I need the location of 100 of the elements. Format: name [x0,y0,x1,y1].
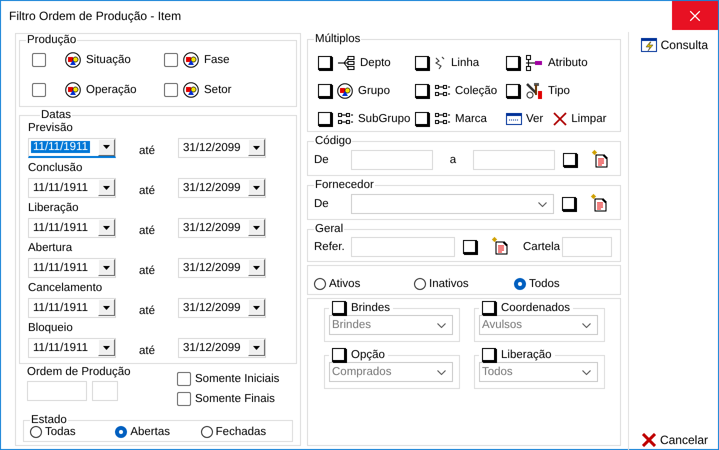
group-title: Estado [30,414,68,426]
option-label[interactable]: Depto [360,57,391,69]
input-field[interactable] [473,150,555,170]
view-button[interactable]: Ver [506,113,544,125]
checkbox[interactable] [415,112,429,126]
input-field[interactable] [27,381,87,401]
checkbox[interactable] [164,83,178,97]
checkbox[interactable] [415,84,429,98]
caret-icon [253,346,260,350]
date-dropdown[interactable]: 31/12/2099 [178,218,266,238]
checkbox[interactable] [318,112,332,126]
order-label: Ordem de Produção [27,366,132,378]
date-dropdown[interactable]: 31/12/2099 [178,258,266,278]
date-dropdown[interactable]: 31/12/2099 [178,338,266,358]
date-dropdown[interactable]: 11/11/1911 [28,338,116,358]
option-label[interactable]: SubGrupo [358,113,410,125]
query-button[interactable]: Consulta [636,38,712,52]
checkbox[interactable] [563,153,577,167]
radio-label[interactable]: Fechadas [216,426,266,438]
dropdown-button[interactable] [248,339,265,356]
notepad-icon[interactable] [590,194,608,212]
radio-button[interactable] [314,278,326,290]
input-field[interactable] [351,237,455,257]
input-field[interactable] [351,150,433,170]
dropdown-field[interactable]: Comprados [329,362,453,382]
option-label[interactable]: Atributo [548,57,588,69]
option-label[interactable]: Linha [451,57,480,69]
checkbox[interactable] [32,83,46,97]
option-label[interactable]: Setor [204,84,232,96]
dropdown-button[interactable] [248,219,265,236]
field-label: Refer. [314,241,346,253]
radio-button[interactable] [200,426,213,438]
dropdown-button[interactable] [98,299,115,316]
checkbox-label[interactable]: Somente Finais [195,393,275,405]
radio-label[interactable]: Ativos [329,278,360,290]
checkbox[interactable] [482,301,496,315]
checkbox[interactable] [463,240,477,254]
date-dropdown[interactable]: 11/11/1911 [28,298,116,318]
group-title: Fornecedor [314,179,375,191]
option-label[interactable]: Tipo [548,85,570,97]
radio-button[interactable] [414,278,426,290]
notepad-icon[interactable] [491,236,509,254]
dropdown-button[interactable] [98,259,115,276]
radio-label[interactable]: Inativos [429,278,469,290]
caret-icon [253,186,260,190]
date-dropdown[interactable]: 31/12/2099 [178,138,266,158]
cancel-button[interactable]: Cancelar [638,433,712,447]
group-title: Datas [40,109,72,121]
checkbox[interactable] [32,53,46,67]
dropdown-field[interactable]: Brindes [329,315,453,335]
caret-icon [253,266,260,270]
input-field[interactable] [92,381,118,401]
radio-button[interactable] [30,426,42,438]
checkbox[interactable] [332,348,346,362]
close-button[interactable] [672,1,718,30]
date-dropdown[interactable]: 11/11/1911 [28,258,116,278]
dropdown-button[interactable] [248,139,265,156]
date-dropdown[interactable]: 31/12/2099 [178,298,266,318]
checkbox[interactable] [562,197,576,211]
dropdown-button[interactable] [98,179,115,196]
date-dropdown[interactable]: 11/11/1911 [28,178,116,198]
option-label[interactable]: Fase [204,54,230,66]
checkbox[interactable] [482,348,496,362]
dropdown-button[interactable] [248,179,265,196]
dropdown-field[interactable]: Avulsos [479,315,598,335]
option-label[interactable]: Coleção [455,85,498,97]
radio-button[interactable] [514,278,526,290]
date-dropdown[interactable]: 11/11/1911 [28,218,116,238]
checkbox[interactable] [164,53,178,67]
checkbox[interactable] [318,84,332,98]
dropdown-button[interactable] [98,339,115,356]
option-label[interactable]: Grupo [358,85,390,97]
dropdown-button[interactable] [248,259,265,276]
group-title: Código [314,135,352,147]
date-dropdown[interactable]: 31/12/2099 [178,178,266,198]
checkbox[interactable] [506,84,520,98]
notepad-icon[interactable] [591,150,609,168]
checkbox[interactable] [318,56,332,70]
dropdown-button[interactable] [248,299,265,316]
dropdown-button[interactable] [98,219,115,236]
checkbox-label[interactable]: Somente Iniciais [195,373,280,385]
date-dropdown[interactable]: 11/11/1911 [28,138,116,158]
dropdown-field[interactable]: Todos [479,362,598,382]
radio-label[interactable]: Abertas [130,426,170,438]
checkbox[interactable] [506,56,520,70]
radio-label[interactable]: Todas [45,426,76,438]
dropdown-button[interactable] [98,138,115,156]
radio-label[interactable]: Todos [529,278,560,290]
dropdown-field[interactable] [351,194,554,214]
checkbox[interactable] [332,301,346,315]
clear-button[interactable]: Limpar [553,112,606,126]
input-field[interactable] [562,237,612,257]
dot-grid-icon [434,112,450,126]
option-label[interactable]: Operação [86,84,137,96]
option-label[interactable]: Situação [86,54,131,66]
checkbox[interactable] [415,56,429,70]
checkbox[interactable] [177,372,191,386]
checkbox[interactable] [177,392,191,406]
option-label[interactable]: Marca [455,113,487,125]
radio-button[interactable] [115,426,128,438]
